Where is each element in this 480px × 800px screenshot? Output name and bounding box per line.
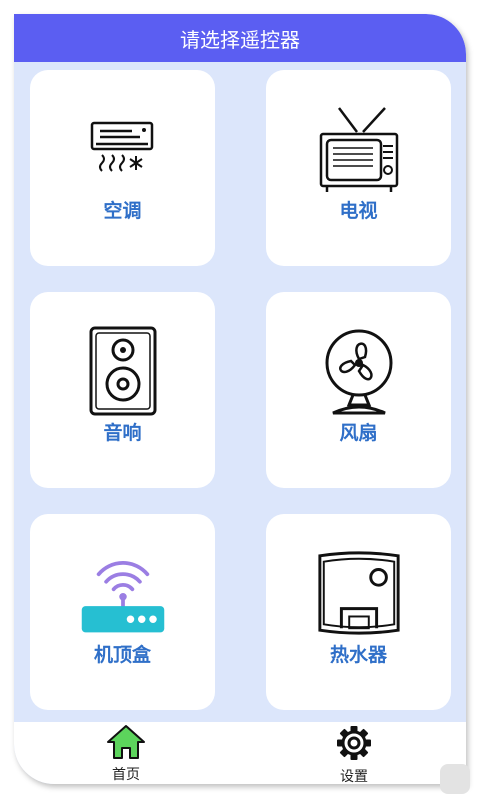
water-heater-icon	[314, 548, 404, 638]
device-label: 热水器	[329, 644, 387, 666]
watermark-logo	[440, 764, 474, 794]
tv-icon	[314, 104, 404, 194]
device-card-air-conditioner[interactable]: 空调	[30, 70, 215, 266]
app-screen: 请选择遥控器 空调 电视 音响 风扇 机顶盒 热水器 首页 设置	[14, 14, 466, 784]
tab-home-label: 首页	[112, 767, 140, 783]
tab-home[interactable]: 首页	[86, 724, 166, 783]
device-card-fan[interactable]: 风扇	[266, 292, 451, 488]
device-grid: 空调 电视 音响 风扇 机顶盒 热水器	[14, 62, 466, 722]
speaker-icon	[78, 326, 168, 416]
tab-settings[interactable]: 设置	[314, 724, 394, 784]
device-label: 音响	[103, 422, 142, 444]
device-label: 空调	[103, 200, 142, 222]
tab-settings-label: 设置	[340, 769, 368, 784]
app-header: 请选择遥控器	[14, 14, 466, 62]
device-card-water-heater[interactable]: 热水器	[266, 514, 451, 710]
router-icon	[78, 548, 168, 638]
bottom-tab-bar: 首页 设置	[14, 722, 466, 784]
page-title: 请选择遥控器	[180, 27, 300, 52]
fan-icon	[314, 326, 404, 416]
device-label: 电视	[339, 200, 378, 222]
device-label: 机顶盒	[93, 644, 151, 666]
device-card-speaker[interactable]: 音响	[30, 292, 215, 488]
air-conditioner-icon	[78, 104, 168, 194]
device-card-set-top-box[interactable]: 机顶盒	[30, 514, 215, 710]
device-card-tv[interactable]: 电视	[266, 70, 451, 266]
home-icon	[106, 724, 146, 764]
watermark-badge-icon	[440, 764, 470, 794]
gear-icon	[335, 724, 373, 766]
device-label: 风扇	[339, 422, 378, 444]
